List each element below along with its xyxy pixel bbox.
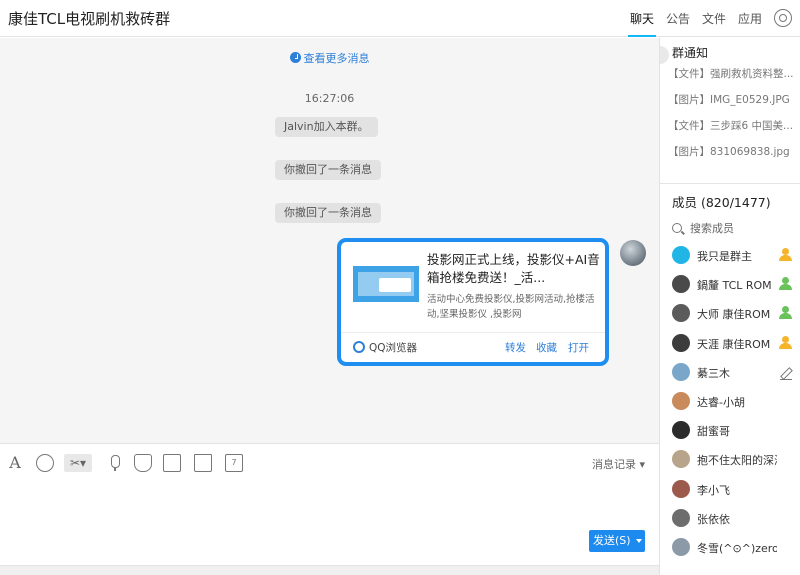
notice-title: 群通知 bbox=[672, 46, 709, 60]
owner-icon bbox=[779, 248, 792, 262]
system-message-recall: 你撤回了一条消息 bbox=[275, 203, 381, 223]
calendar-icon[interactable]: 7 bbox=[225, 454, 243, 472]
window-header: 康佳TCL电视刷机救砖群 聊天 公告 文件 应用 bbox=[0, 0, 800, 37]
share-card[interactable]: 投影网正式上线，投影仪+AI音箱抢楼免费送！_活... 活动中心免费投影仪,投影… bbox=[337, 238, 609, 366]
status-strip bbox=[0, 565, 659, 575]
favorite-button[interactable]: 收藏 bbox=[536, 340, 557, 355]
system-message-join: Jalvin加入本群。 bbox=[275, 117, 378, 137]
edit-icon[interactable] bbox=[780, 368, 792, 380]
microphone-icon[interactable] bbox=[106, 454, 124, 472]
avatar bbox=[672, 479, 690, 498]
member-name: 大师 康佳ROM bbox=[697, 308, 771, 322]
admin-icon bbox=[779, 277, 792, 291]
avatar bbox=[672, 275, 690, 294]
notice-item[interactable]: 【文件】强刷救机资料整... bbox=[668, 66, 798, 81]
member-row[interactable]: 大师 康佳ROM bbox=[672, 303, 797, 325]
member-name: 抱不住太阳的深海 bbox=[697, 454, 777, 468]
avatar bbox=[672, 392, 690, 410]
member-search[interactable]: 搜索成员 bbox=[672, 220, 734, 236]
member-name: 甜蜜哥 bbox=[697, 425, 730, 439]
card-description: 活动中心免费投影仪,投影网活动,抢楼活动,坚果投影仪 ,投影网 bbox=[427, 294, 595, 320]
member-row[interactable]: 冬雪(^⊙^)zero bbox=[672, 537, 797, 559]
send-label: 发送(S) bbox=[593, 534, 631, 547]
send-button[interactable]: 发送(S) bbox=[589, 530, 645, 552]
member-row[interactable]: 抱不住太阳的深海 bbox=[672, 449, 797, 471]
admin-icon bbox=[779, 306, 792, 320]
member-search-label: 搜索成员 bbox=[690, 222, 734, 235]
open-button[interactable]: 打开 bbox=[568, 340, 589, 355]
member-row[interactable]: 达睿-小胡 bbox=[672, 391, 797, 413]
emoji-icon[interactable] bbox=[36, 454, 54, 472]
member-row[interactable]: 天涯 康佳ROM bbox=[672, 333, 797, 355]
owner-icon bbox=[779, 335, 792, 350]
member-name: 綦三木 bbox=[697, 366, 730, 380]
card-footer: QQ浏览器 转发 收藏 打开 bbox=[341, 332, 605, 362]
avatar bbox=[672, 333, 690, 352]
image-icon[interactable] bbox=[163, 454, 181, 472]
card-thumbnail bbox=[353, 266, 419, 302]
member-row[interactable]: 甜蜜哥 bbox=[672, 420, 797, 442]
divider bbox=[660, 183, 800, 184]
search-icon bbox=[672, 223, 682, 233]
tab-chat[interactable]: 聊天 bbox=[624, 0, 660, 37]
settings-icon[interactable] bbox=[774, 9, 792, 27]
message-input[interactable] bbox=[0, 483, 659, 565]
clock-icon bbox=[289, 52, 301, 63]
avatar bbox=[672, 450, 690, 469]
chat-area[interactable]: 查看更多消息 16:27:06 Jalvin加入本群。 你撤回了一条消息 你撤回… bbox=[0, 38, 659, 443]
system-message-recall: 你撤回了一条消息 bbox=[275, 160, 381, 180]
notice-item[interactable]: 【图片】IMG_E0529.JPG bbox=[668, 92, 798, 107]
forward-button[interactable]: 转发 bbox=[505, 340, 526, 355]
member-row[interactable]: 我只是群主 bbox=[672, 245, 797, 267]
avatar bbox=[672, 508, 690, 527]
member-name: 冬雪(^⊙^)zero bbox=[697, 542, 777, 555]
member-row[interactable]: 李小飞 bbox=[672, 479, 797, 501]
font-icon[interactable]: A bbox=[6, 454, 24, 472]
member-name: 天涯 康佳ROM bbox=[697, 337, 771, 351]
more-messages-link[interactable]: 查看更多消息 bbox=[0, 50, 659, 66]
members-title: 成员 (820/1477) bbox=[672, 195, 771, 210]
member-name: 李小飞 bbox=[697, 483, 730, 497]
member-name: 达睿-小胡 bbox=[697, 396, 745, 409]
member-name: 张依依 bbox=[697, 512, 730, 526]
history-label: 消息记录 bbox=[591, 458, 636, 471]
collapse-icon[interactable] bbox=[660, 46, 669, 64]
folder-icon[interactable] bbox=[194, 454, 212, 472]
tab-apps[interactable]: 应用 bbox=[732, 0, 768, 37]
member-row[interactable]: 綦三木 bbox=[672, 362, 797, 384]
member-name: 我只是群主 bbox=[697, 250, 752, 263]
card-title: 投影网正式上线，投影仪+AI音箱抢楼免费送！_活... bbox=[427, 252, 600, 285]
more-messages-label: 查看更多消息 bbox=[303, 52, 370, 65]
group-title: 康佳TCL电视刷机救砖群 bbox=[8, 10, 171, 28]
avatar bbox=[672, 362, 690, 381]
member-row[interactable]: 张依依 bbox=[672, 508, 797, 530]
input-toolbar: A ✂▾ 7 消息记录 ▾ bbox=[0, 443, 659, 483]
notice-item[interactable]: 【文件】三步踩6 中国美... bbox=[668, 118, 798, 133]
avatar bbox=[672, 538, 690, 556]
message-timestamp: 16:27:06 bbox=[304, 92, 355, 105]
chevron-down-icon[interactable] bbox=[636, 539, 642, 543]
header-tabs: 聊天 公告 文件 应用 bbox=[624, 0, 792, 37]
tab-files[interactable]: 文件 bbox=[696, 0, 732, 37]
notice-item[interactable]: 【图片】831069838.jpg bbox=[668, 144, 798, 159]
avatar bbox=[672, 304, 690, 323]
group-sidebar: 群通知 【文件】强刷救机资料整... 【图片】IMG_E0529.JPG 【文件… bbox=[659, 38, 800, 575]
avatar bbox=[672, 421, 690, 440]
avatar[interactable] bbox=[620, 240, 646, 266]
screenshot-icon[interactable]: ✂▾ bbox=[64, 454, 92, 472]
sticker-icon[interactable] bbox=[134, 454, 152, 472]
card-source: QQ浏览器 bbox=[369, 342, 418, 354]
member-name: 鍋釐 TCL ROM bbox=[697, 279, 772, 293]
message-history-button[interactable]: 消息记录 ▾ bbox=[592, 456, 645, 472]
tab-announcement[interactable]: 公告 bbox=[660, 0, 696, 37]
avatar bbox=[672, 246, 690, 264]
browser-icon bbox=[353, 341, 365, 353]
member-row[interactable]: 鍋釐 TCL ROM bbox=[672, 274, 797, 296]
